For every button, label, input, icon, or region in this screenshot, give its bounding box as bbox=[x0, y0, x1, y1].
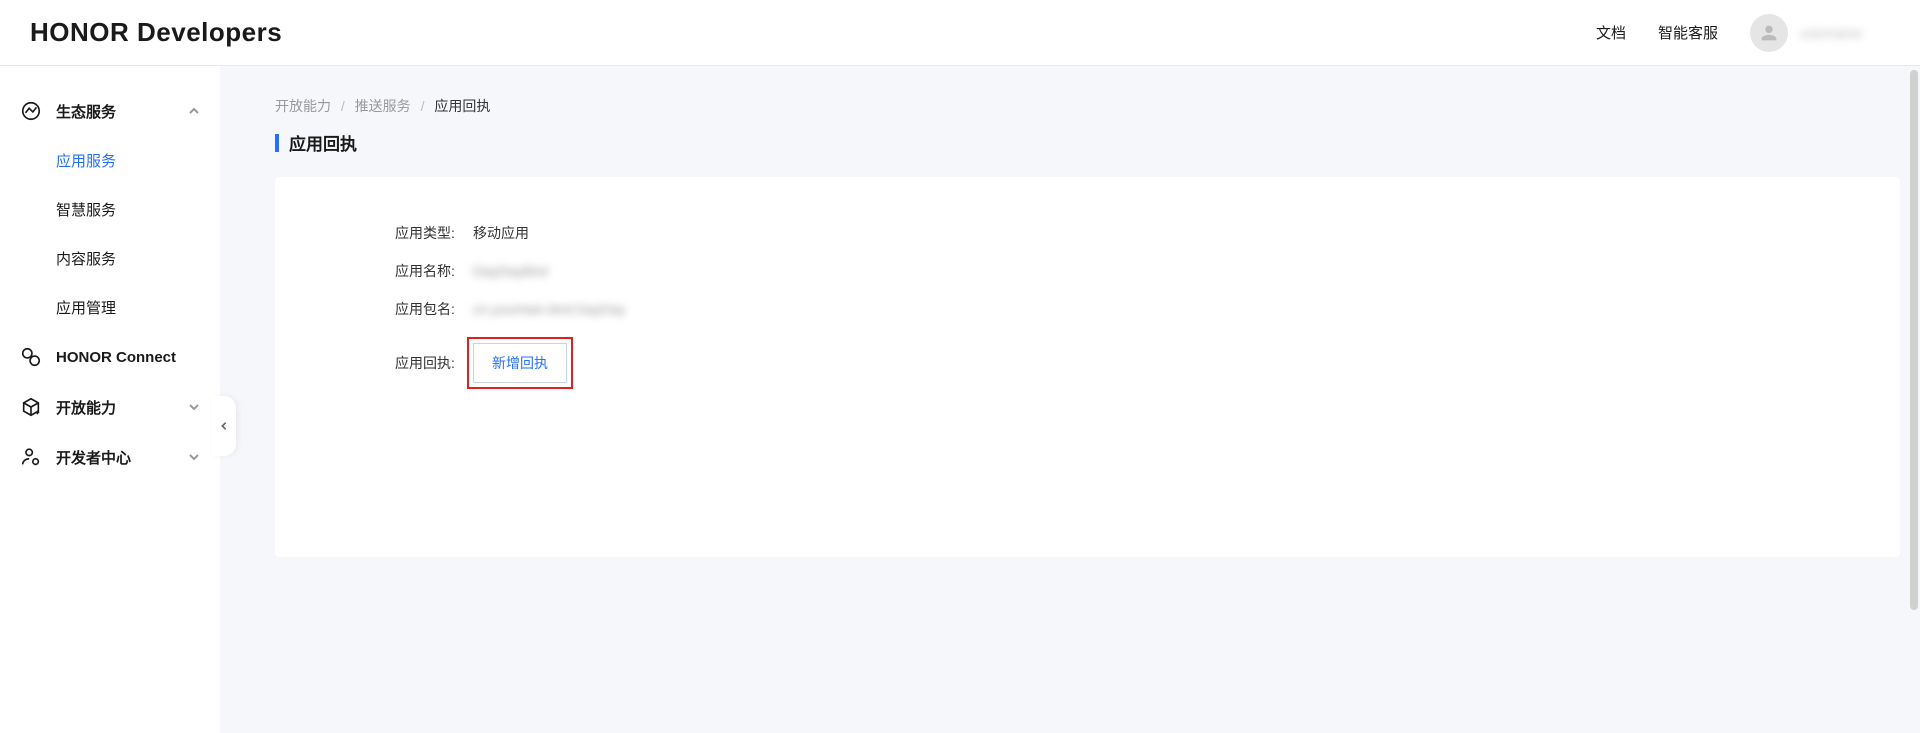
main-inner: 开放能力 / 推送服务 / 应用回执 应用回执 应用类型: 移动应用 应用名称:… bbox=[275, 86, 1920, 557]
sidebar-group-label: 开放能力 bbox=[56, 397, 174, 418]
breadcrumb-sep: / bbox=[341, 98, 345, 114]
nav-support[interactable]: 智能客服 bbox=[1658, 22, 1718, 43]
highlight-box: 新增回执 bbox=[467, 337, 573, 389]
sidebar-item-app-manage[interactable]: 应用管理 bbox=[56, 283, 220, 332]
scrollbar-thumb[interactable] bbox=[1910, 70, 1918, 610]
breadcrumb: 开放能力 / 推送服务 / 应用回执 bbox=[275, 86, 1900, 130]
label-app-receipt: 应用回执: bbox=[395, 353, 467, 373]
row-app-type: 应用类型: 移动应用 bbox=[395, 223, 1780, 243]
person-gear-icon bbox=[20, 446, 42, 468]
label-app-package: 应用包名: bbox=[395, 299, 467, 319]
chevron-up-icon bbox=[188, 105, 200, 117]
header-right: 文档 智能客服 username bbox=[1596, 14, 1890, 52]
sidebar-group-label: 开发者中心 bbox=[56, 447, 174, 468]
value-app-name: DayDayBird bbox=[467, 263, 548, 279]
breadcrumb-current: 应用回执 bbox=[434, 98, 490, 114]
sidebar: 生态服务 应用服务 智慧服务 内容服务 应用管理 HONOR Connect 开… bbox=[0, 66, 220, 733]
sidebar-item-app-service[interactable]: 应用服务 bbox=[56, 136, 220, 185]
chevron-down-icon bbox=[188, 401, 200, 413]
add-receipt-button[interactable]: 新增回执 bbox=[473, 343, 567, 383]
nav-docs[interactable]: 文档 bbox=[1596, 22, 1626, 43]
sidebar-group-label: HONOR Connect bbox=[56, 349, 200, 366]
chevron-down-icon bbox=[188, 451, 200, 463]
breadcrumb-sep: / bbox=[421, 98, 425, 114]
cube-icon bbox=[20, 396, 42, 418]
sidebar-group-open-capability[interactable]: 开放能力 bbox=[0, 382, 220, 432]
breadcrumb-item[interactable]: 开放能力 bbox=[275, 98, 331, 114]
avatar-icon bbox=[1750, 14, 1788, 52]
label-app-type: 应用类型: bbox=[395, 223, 467, 243]
row-app-name: 应用名称: DayDayBird bbox=[395, 261, 1780, 281]
sidebar-subitems: 应用服务 智慧服务 内容服务 应用管理 bbox=[0, 136, 220, 332]
sidebar-group-dev-center[interactable]: 开发者中心 bbox=[0, 432, 220, 482]
sidebar-group-ecosystem[interactable]: 生态服务 bbox=[0, 86, 220, 136]
sidebar-item-smart-service[interactable]: 智慧服务 bbox=[56, 185, 220, 234]
sidebar-group-label: 生态服务 bbox=[56, 101, 174, 122]
row-app-package: 应用包名: cn.youmian.bird.DayDay bbox=[395, 299, 1780, 319]
value-app-type: 移动应用 bbox=[467, 223, 529, 243]
logo[interactable]: HONOR Developers bbox=[30, 17, 282, 48]
title-bar bbox=[275, 134, 279, 152]
scrollbar[interactable] bbox=[1910, 70, 1918, 690]
row-app-receipt: 应用回执: 新增回执 bbox=[395, 337, 1780, 389]
main: 开放能力 / 推送服务 / 应用回执 应用回执 应用类型: 移动应用 应用名称:… bbox=[220, 66, 1920, 733]
ecosystem-icon bbox=[20, 100, 42, 122]
layout: 生态服务 应用服务 智慧服务 内容服务 应用管理 HONOR Connect 开… bbox=[0, 66, 1920, 733]
sidebar-item-content-service[interactable]: 内容服务 bbox=[56, 234, 220, 283]
content-card: 应用类型: 移动应用 应用名称: DayDayBird 应用包名: cn.you… bbox=[275, 177, 1900, 557]
label-app-name: 应用名称: bbox=[395, 261, 467, 281]
page-title: 应用回执 bbox=[275, 130, 1900, 155]
page-title-text: 应用回执 bbox=[289, 130, 357, 155]
connect-icon bbox=[20, 346, 42, 368]
value-app-package: cn.youmian.bird.DayDay bbox=[467, 301, 626, 317]
sidebar-group-connect[interactable]: HONOR Connect bbox=[0, 332, 220, 382]
username: username bbox=[1800, 25, 1890, 41]
user-menu[interactable]: username bbox=[1750, 14, 1890, 52]
breadcrumb-item[interactable]: 推送服务 bbox=[355, 98, 411, 114]
sidebar-collapse-button[interactable] bbox=[212, 396, 236, 456]
header: HONOR Developers 文档 智能客服 username bbox=[0, 0, 1920, 66]
